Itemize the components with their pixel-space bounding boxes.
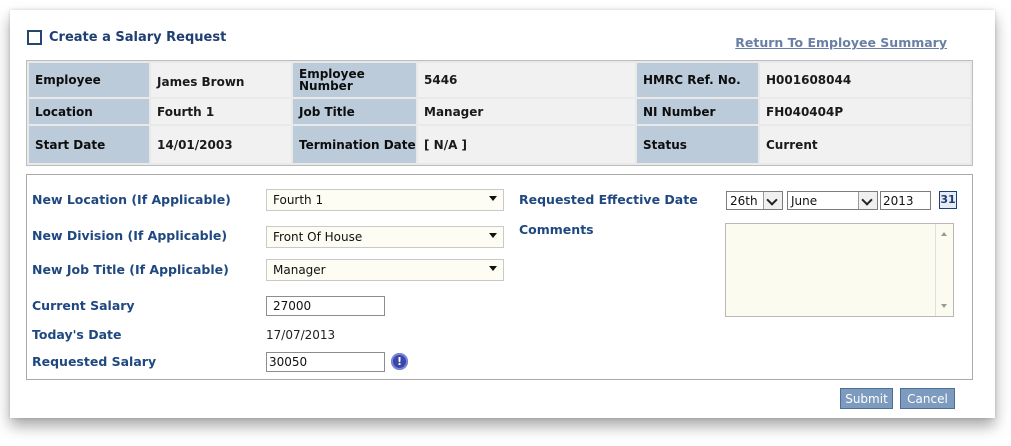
status-label: Status xyxy=(637,126,758,163)
employee-number-value: 5446 xyxy=(418,63,635,97)
new-location-select[interactable]: Fourth 1 xyxy=(266,189,504,211)
checkbox-icon xyxy=(27,30,42,45)
location-value: Fourth 1 xyxy=(151,99,291,124)
dropdown-arrow-icon xyxy=(489,233,497,238)
start-date-value: 14/01/2003 xyxy=(151,126,291,163)
salary-request-form: New Location (If Applicable) Fourth 1 Ne… xyxy=(26,174,973,380)
new-job-title-selected: Manager xyxy=(273,263,326,277)
termination-date-label: Termination Date xyxy=(293,126,416,163)
job-title-value: Manager xyxy=(418,99,635,124)
todays-date-value: 17/07/2013 xyxy=(266,328,336,342)
chevron-down-icon xyxy=(763,192,782,209)
current-salary-label: Current Salary xyxy=(32,298,135,313)
effective-month-select[interactable]: June xyxy=(787,191,878,210)
return-to-summary-link[interactable]: Return To Employee Summary xyxy=(735,35,947,50)
scroll-up-icon xyxy=(941,232,947,236)
page-title: Create a Salary Request xyxy=(49,30,227,45)
start-date-label: Start Date xyxy=(29,126,149,163)
new-location-label: New Location (If Applicable) xyxy=(32,192,231,207)
todays-date-label: Today's Date xyxy=(32,327,122,342)
requested-salary-label: Requested Salary xyxy=(32,354,157,369)
employee-info-table: Employee James Brown Employee Number 544… xyxy=(26,60,973,166)
salary-request-panel: Create a Salary Request Return To Employ… xyxy=(21,20,984,414)
effective-date-label: Requested Effective Date xyxy=(519,192,698,207)
submit-button[interactable]: Submit xyxy=(840,388,893,409)
status-value: Current xyxy=(760,126,970,163)
comments-label: Comments xyxy=(519,222,594,237)
new-division-label: New Division (If Applicable) xyxy=(32,228,228,243)
ni-number-value: FH040404P xyxy=(760,99,970,124)
dropdown-arrow-icon xyxy=(489,196,497,201)
hmrc-label: HMRC Ref. No. xyxy=(637,63,758,97)
job-title-label: Job Title xyxy=(293,99,416,124)
comments-scrollbar[interactable] xyxy=(935,224,953,316)
requested-salary-input[interactable]: 30050 xyxy=(266,352,385,372)
ni-number-label: NI Number xyxy=(637,99,758,124)
effective-month-value: June xyxy=(791,193,818,208)
scroll-down-icon xyxy=(941,304,947,308)
new-job-title-label: New Job Title (If Applicable) xyxy=(32,262,229,277)
cancel-button[interactable]: Cancel xyxy=(900,388,955,409)
new-job-title-select[interactable]: Manager xyxy=(266,259,504,281)
termination-date-value: [ N/A ] xyxy=(418,126,635,163)
employee-value: James Brown xyxy=(151,63,291,97)
employee-label: Employee xyxy=(29,63,149,97)
employee-number-label: Employee Number xyxy=(293,63,416,97)
effective-day-select[interactable]: 26th xyxy=(726,191,783,210)
title-row: Create a Salary Request xyxy=(27,30,226,45)
new-location-selected: Fourth 1 xyxy=(273,193,324,207)
comments-textarea[interactable] xyxy=(725,223,954,317)
info-exclamation-icon[interactable]: ! xyxy=(391,353,408,370)
new-division-select[interactable]: Front Of House xyxy=(266,226,504,248)
location-label: Location xyxy=(29,99,149,124)
current-salary-input[interactable]: 27000 xyxy=(266,296,385,316)
effective-day-value: 26th xyxy=(730,193,758,208)
chevron-down-icon xyxy=(858,192,877,209)
calendar-icon[interactable]: 31 xyxy=(939,191,957,209)
new-division-selected: Front Of House xyxy=(273,230,363,244)
effective-year-input[interactable]: 2013 xyxy=(880,191,931,210)
dropdown-arrow-icon xyxy=(489,266,497,271)
hmrc-value: H001608044 xyxy=(760,63,970,97)
